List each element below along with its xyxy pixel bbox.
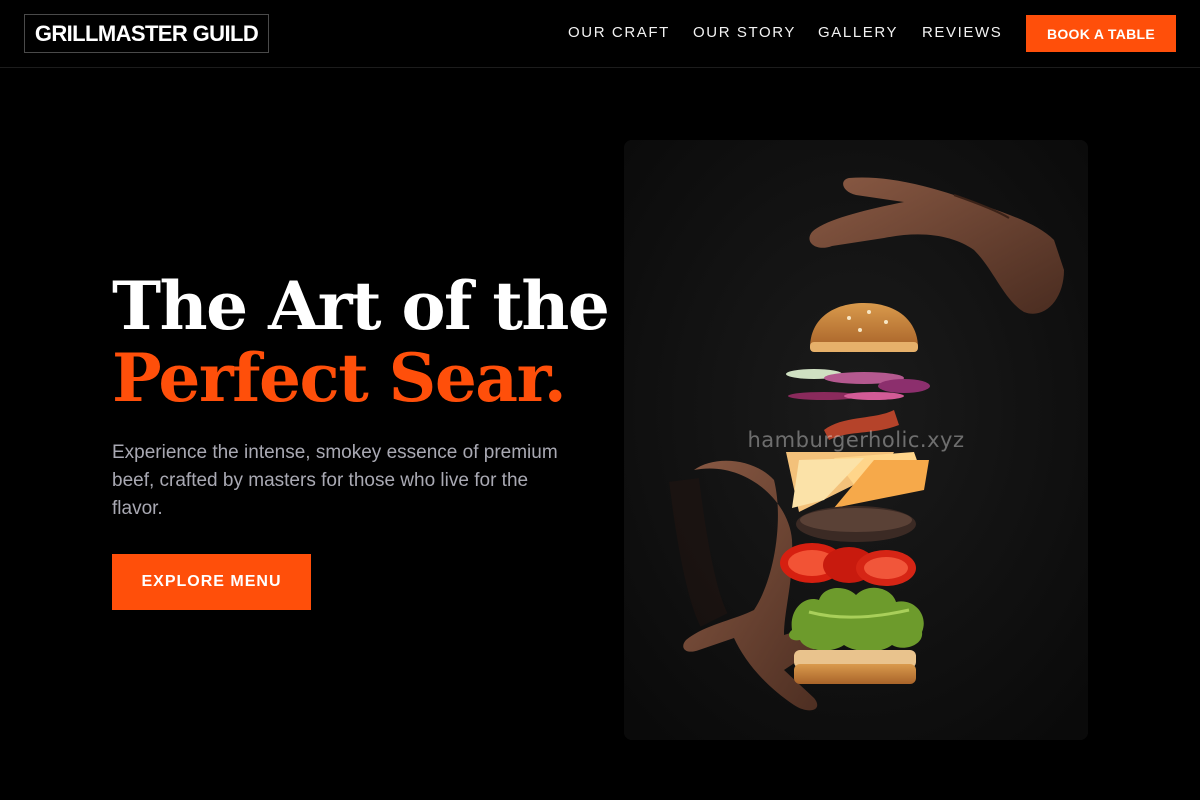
photo-watermark: hamburgerholic.xyz <box>747 428 965 452</box>
beef-patty <box>796 506 916 542</box>
headline-line-2: Perfect Sear. <box>112 339 567 417</box>
nav-link-our-craft[interactable]: OUR CRAFT <box>568 24 670 42</box>
page: GRILLMASTER GUILD OUR CRAFT OUR STORY GA… <box>0 0 1200 800</box>
hero-headline: The Art of the Perfect Sear. <box>112 270 612 414</box>
headline-line-1: The Art of the <box>112 267 610 345</box>
brand-logo[interactable]: GRILLMASTER GUILD <box>24 14 269 53</box>
nav-link-our-story[interactable]: OUR STORY <box>693 24 796 42</box>
burger-photo: hamburgerholic.xyz <box>624 140 1088 740</box>
nav-link-reviews[interactable]: REVIEWS <box>922 24 1002 42</box>
bottom-bun <box>794 650 916 684</box>
site-header: GRILLMASTER GUILD OUR CRAFT OUR STORY GA… <box>0 0 1200 68</box>
nav-link-gallery[interactable]: GALLERY <box>818 24 898 42</box>
hero-lead-text: Experience the intense, smokey essence o… <box>112 442 558 519</box>
explore-menu-button[interactable]: EXPLORE MENU <box>112 554 311 610</box>
book-table-button[interactable]: BOOK A TABLE <box>1026 15 1176 52</box>
